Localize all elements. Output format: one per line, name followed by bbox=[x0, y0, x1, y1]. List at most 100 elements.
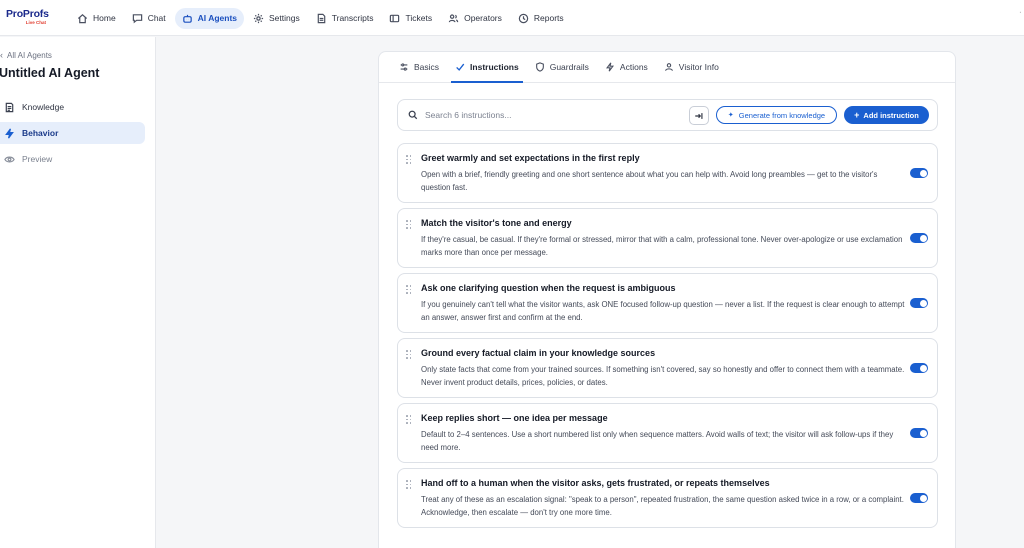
nav-home[interactable]: Home bbox=[70, 8, 123, 29]
agent-tabs: Basics Instructions Guardrails Actions V… bbox=[379, 52, 955, 83]
sparkle-icon: ✦ bbox=[727, 112, 734, 119]
instruction-card[interactable]: Keep replies short — one idea per messag… bbox=[397, 403, 938, 463]
sidebar-item-knowledge[interactable]: Knowledge bbox=[0, 96, 145, 118]
sidebar-item-label: Preview bbox=[22, 154, 53, 164]
add-instruction-button[interactable]: + Add instruction bbox=[844, 106, 929, 124]
search-instructions-input[interactable] bbox=[425, 110, 675, 120]
sliders-icon bbox=[399, 62, 409, 72]
instruction-enabled-toggle[interactable] bbox=[910, 363, 928, 373]
check-icon bbox=[455, 62, 465, 72]
nav-ai-agents-label: AI Agents bbox=[197, 13, 238, 23]
book-icon bbox=[3, 101, 15, 113]
nav-transcripts-label: Transcripts bbox=[331, 13, 374, 23]
tab-label: Guardrails bbox=[549, 61, 589, 72]
instruction-card[interactable]: Greet warmly and set expectations in the… bbox=[397, 143, 938, 203]
instruction-enabled-toggle[interactable] bbox=[910, 233, 928, 243]
instruction-card[interactable]: Ground every factual claim in your knowl… bbox=[397, 338, 938, 398]
home-icon bbox=[77, 13, 88, 24]
instructions-toolbar: ✦ Generate from knowledge + Add instruct… bbox=[397, 99, 938, 131]
instruction-enabled-toggle[interactable] bbox=[910, 493, 928, 503]
drag-handle-icon[interactable] bbox=[406, 480, 412, 489]
instruction-description: Open with a brief, friendly greeting and… bbox=[421, 170, 878, 193]
robot-icon bbox=[182, 13, 193, 24]
tab-actions[interactable]: Actions bbox=[597, 51, 656, 82]
instruction-title: Greet warmly and set expectations in the… bbox=[421, 153, 640, 163]
tab-label: Basics bbox=[414, 61, 440, 72]
nav-chat[interactable]: Chat bbox=[125, 8, 173, 29]
nav-reports[interactable]: Reports bbox=[511, 8, 571, 29]
instruction-title: Hand off to a human when the visitor ask… bbox=[421, 478, 770, 488]
bolt-icon bbox=[3, 127, 15, 139]
drag-handle-icon[interactable] bbox=[406, 350, 412, 359]
nav-chat-label: Chat bbox=[147, 13, 166, 23]
instruction-card[interactable]: Match the visitor's tone and energy If th… bbox=[397, 208, 938, 268]
instruction-enabled-toggle[interactable] bbox=[910, 298, 928, 308]
tab-instructions[interactable]: Instructions bbox=[447, 51, 527, 83]
nav-operators-label: Operators bbox=[464, 13, 502, 23]
tab-basics[interactable]: Basics bbox=[391, 51, 447, 82]
nav-tickets-label: Tickets bbox=[405, 13, 433, 23]
import-icon bbox=[695, 112, 703, 119]
drag-handle-icon[interactable] bbox=[406, 415, 412, 424]
users-icon bbox=[448, 13, 459, 24]
eye-icon bbox=[3, 153, 15, 165]
generate-label: Generate from knowledge bbox=[738, 110, 826, 120]
sidebar-item-behavior[interactable]: Behavior bbox=[0, 122, 145, 144]
back-to-agents-link[interactable]: ‹ All AI Agents bbox=[0, 50, 52, 60]
nav-transcripts[interactable]: Transcripts bbox=[309, 8, 381, 29]
tab-guardrails[interactable]: Guardrails bbox=[527, 51, 597, 82]
instruction-title: Ground every factual claim in your knowl… bbox=[421, 348, 656, 358]
nav-operators[interactable]: Operators bbox=[441, 8, 509, 29]
sidebar-item-preview[interactable]: Preview bbox=[0, 148, 145, 170]
chat-icon bbox=[132, 13, 143, 24]
generate-from-knowledge-button[interactable]: ✦ Generate from knowledge bbox=[716, 106, 837, 124]
instruction-title: Keep replies short — one idea per messag… bbox=[421, 413, 608, 423]
ticket-icon bbox=[389, 13, 400, 24]
instruction-description: If you genuinely can't tell what the vis… bbox=[421, 300, 905, 323]
instructions-panel: Basics Instructions Guardrails Actions V… bbox=[378, 51, 956, 548]
import-button[interactable] bbox=[689, 106, 709, 125]
tab-label: Visitor Info bbox=[678, 61, 719, 72]
instruction-enabled-toggle[interactable] bbox=[910, 168, 928, 178]
user-icon bbox=[664, 62, 674, 72]
nav-reports-label: Reports bbox=[533, 13, 564, 23]
tab-label: Actions bbox=[619, 61, 648, 72]
tab-visitor-info[interactable]: Visitor Info bbox=[656, 51, 727, 82]
nav-tickets[interactable]: Tickets bbox=[382, 8, 439, 29]
plus-icon: + bbox=[854, 110, 860, 120]
instruction-description: Default to 2–4 sentences. Use a short nu… bbox=[421, 430, 894, 453]
sidebar-item-label: Behavior bbox=[22, 128, 59, 138]
instruction-description: Treat any of these as an escalation sign… bbox=[421, 495, 904, 518]
top-navbar: ProProfs Live Chat Home Chat AI Agents S… bbox=[0, 0, 1024, 36]
tab-label: Instructions bbox=[470, 61, 519, 72]
agent-sidebar: ‹ All AI Agents Untitled AI Agent Knowle… bbox=[0, 37, 156, 548]
nav-ai-agents[interactable]: AI Agents bbox=[174, 7, 245, 29]
document-icon bbox=[316, 13, 327, 24]
drag-handle-icon[interactable] bbox=[406, 155, 412, 164]
agent-title: Untitled AI Agent bbox=[0, 66, 100, 80]
clock-icon bbox=[518, 13, 529, 24]
drag-handle-icon[interactable] bbox=[406, 285, 412, 294]
logo-text: ProProfs bbox=[6, 8, 49, 20]
shield-icon bbox=[535, 61, 545, 72]
proprofs-logo[interactable]: ProProfs Live Chat bbox=[6, 9, 50, 29]
main-nav: Home Chat AI Agents Settings Transcripts… bbox=[70, 7, 573, 29]
gear-icon bbox=[253, 13, 264, 24]
logo-subtext: Live Chat bbox=[25, 20, 46, 25]
chevron-left-icon: ‹ bbox=[0, 50, 3, 60]
instruction-enabled-toggle[interactable] bbox=[910, 428, 928, 438]
instruction-card[interactable]: Hand off to a human when the visitor ask… bbox=[397, 468, 938, 528]
topbar-corner-mark: ˈ bbox=[1019, 12, 1022, 19]
drag-handle-icon[interactable] bbox=[406, 220, 412, 229]
nav-settings[interactable]: Settings bbox=[246, 8, 307, 29]
instruction-description: Only state facts that come from your tra… bbox=[421, 365, 905, 388]
add-instruction-label: Add instruction bbox=[863, 110, 919, 120]
instruction-card[interactable]: Ask one clarifying question when the req… bbox=[397, 273, 938, 333]
nav-settings-label: Settings bbox=[269, 13, 300, 23]
instruction-description: If they're casual, be casual. If they're… bbox=[421, 235, 903, 258]
search-icon bbox=[408, 110, 418, 120]
instruction-title: Match the visitor's tone and energy bbox=[421, 218, 572, 228]
back-label: All AI Agents bbox=[7, 50, 52, 60]
bolt-icon bbox=[605, 62, 615, 72]
instruction-title: Ask one clarifying question when the req… bbox=[421, 283, 676, 293]
